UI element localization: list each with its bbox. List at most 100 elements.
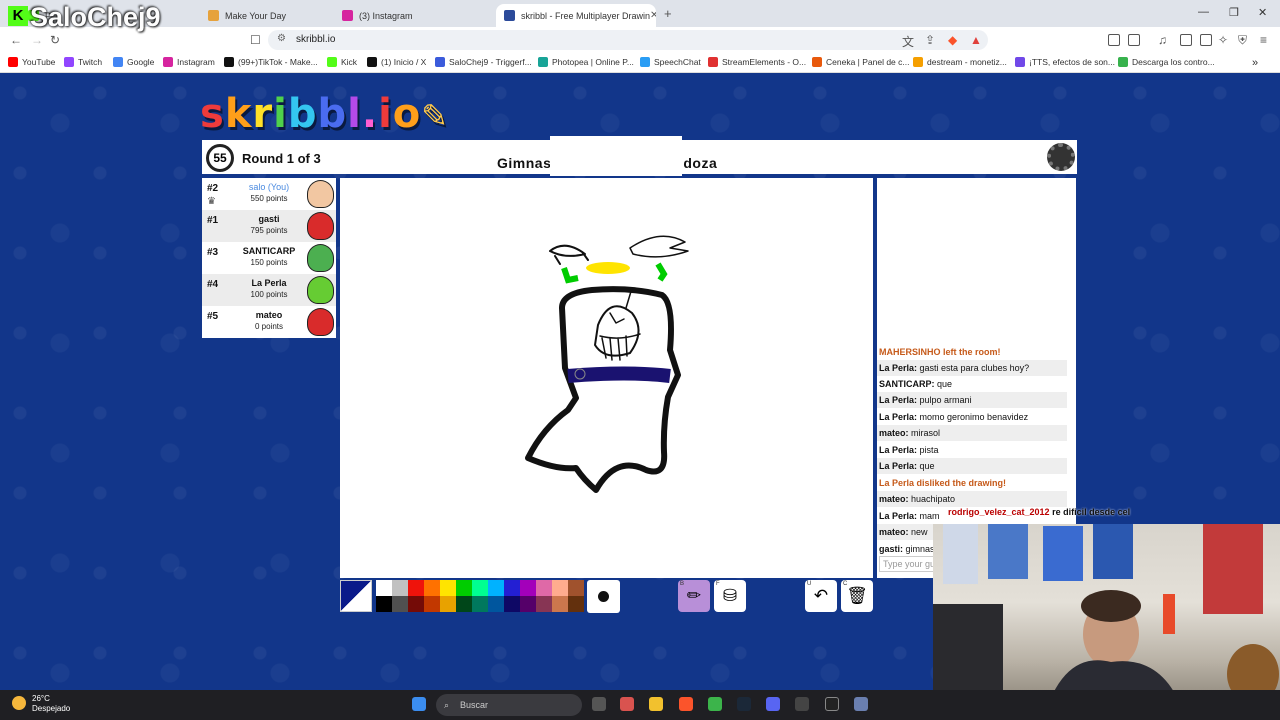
bookmark-tiktok[interactable]: (99+)TikTok - Make... [224, 57, 318, 67]
color-swatch[interactable] [488, 596, 504, 612]
fill-tool-button[interactable]: F ⛁ [714, 580, 746, 612]
task-view-icon[interactable] [592, 697, 606, 711]
obs-icon[interactable] [795, 697, 809, 711]
extensions-icon[interactable] [1108, 34, 1120, 46]
extension-icon[interactable] [1128, 34, 1140, 46]
bookmark-destream[interactable]: destream - monetiz... [913, 57, 1007, 67]
app-icon[interactable] [708, 697, 722, 711]
bookmark-speechchat[interactable]: SpeechChat [640, 57, 701, 67]
player-row[interactable]: #2 ♛ salo (You) 550 points [202, 178, 336, 210]
brave-rewards-icon[interactable]: ▲ [970, 33, 982, 47]
player-row[interactable]: #1 gasti 795 points [202, 210, 336, 242]
clear-button[interactable]: C 🗑 [841, 580, 873, 612]
site-info-icon[interactable]: ⚙ [277, 33, 286, 44]
discord-icon[interactable] [766, 697, 780, 711]
color-swatch[interactable] [568, 596, 584, 612]
translate-icon[interactable]: 文 [902, 33, 914, 50]
url-input[interactable]: ⚙ skribbl.io [268, 30, 988, 50]
bookmark-descarga[interactable]: Descarga los contro... [1118, 57, 1215, 67]
player-row[interactable]: #4 La Perla 100 points [202, 274, 336, 306]
menu-icon[interactable]: ≡ [1260, 33, 1267, 47]
back-icon[interactable]: ← [10, 33, 22, 47]
drawing-svg [525, 235, 689, 493]
close-tab-icon[interactable]: ✕ [650, 10, 656, 21]
color-swatch[interactable] [376, 580, 392, 596]
bookmark-streamelements[interactable]: StreamElements - O... [708, 57, 806, 67]
leo-ai-icon[interactable]: ✧ [1218, 33, 1228, 47]
brush-tool-button[interactable]: B ✏ [678, 580, 710, 612]
color-swatch[interactable] [376, 596, 392, 612]
color-swatch[interactable] [568, 580, 584, 596]
vpn-icon[interactable]: ⛨ [1238, 33, 1247, 48]
color-swatch[interactable] [424, 596, 440, 612]
bookmark-kick[interactable]: Kick [327, 57, 357, 67]
bookmark-triggerfyre[interactable]: SaloChej9 - Triggerf... [435, 57, 532, 67]
settings-gear-icon[interactable] [1047, 143, 1075, 171]
color-swatch[interactable] [504, 596, 520, 612]
player-avatar [307, 180, 334, 208]
settings-icon[interactable] [854, 697, 868, 711]
chat-text: momo geronimo benavidez [917, 412, 1029, 422]
wallet-icon[interactable] [1200, 34, 1212, 46]
bookmark-x[interactable]: (1) Inicio / X [367, 57, 426, 67]
color-swatch[interactable] [440, 580, 456, 596]
browser-tab-instagram[interactable]: (3) Instagram [334, 4, 494, 27]
color-swatch[interactable] [552, 580, 568, 596]
brush-size-button[interactable] [587, 580, 620, 613]
bookmark-google[interactable]: Google [113, 57, 154, 67]
bookmark-youtube[interactable]: YouTube [8, 57, 55, 67]
steam-icon[interactable] [737, 697, 751, 711]
brave-browser-icon[interactable] [679, 697, 693, 711]
color-swatch[interactable] [440, 596, 456, 612]
bookmark-tts[interactable]: ¡TTS, efectos de son... [1015, 57, 1115, 67]
bookmark-label: Descarga los contro... [1132, 57, 1215, 67]
forward-icon[interactable]: → [31, 33, 43, 47]
color-swatch[interactable] [456, 580, 472, 596]
color-swatch[interactable] [520, 580, 536, 596]
browser-tab-2[interactable]: Make Your Day [200, 4, 325, 27]
undo-button[interactable]: U ↶ [805, 580, 837, 612]
bookmark-instagram[interactable]: Instagram [163, 57, 215, 67]
start-windows-icon[interactable] [412, 697, 426, 711]
camera-app-icon[interactable] [825, 697, 839, 711]
color-swatch[interactable] [520, 596, 536, 612]
color-swatch[interactable] [552, 596, 568, 612]
media-icon[interactable]: ♫ [1158, 33, 1167, 47]
color-swatch[interactable] [472, 580, 488, 596]
color-swatch[interactable] [408, 580, 424, 596]
bookmark-twitch[interactable]: Twitch [64, 57, 102, 67]
new-tab-button[interactable]: + [664, 6, 672, 21]
bookmark-ceneka[interactable]: Ceneka | Panel de c... [812, 57, 909, 67]
browser-tab-skribbl[interactable]: skribbl - Free Multiplayer Drawin ✕ [496, 4, 656, 27]
drawing-canvas[interactable] [340, 178, 873, 578]
bookmarks-overflow-icon[interactable]: » [1252, 57, 1258, 69]
color-swatch[interactable] [408, 596, 424, 612]
player-row[interactable]: #5 mateo 0 points [202, 306, 336, 338]
color-swatch[interactable] [392, 596, 408, 612]
reload-icon[interactable]: ↻ [50, 33, 60, 47]
close-window-icon[interactable]: ✕ [1258, 6, 1267, 19]
color-swatch[interactable] [504, 580, 520, 596]
weather-widget[interactable]: 26°C Despejado [12, 694, 70, 714]
store-icon[interactable] [620, 697, 634, 711]
bookmark-photopea[interactable]: Photopea | Online P... [538, 57, 634, 67]
color-swatch[interactable] [392, 580, 408, 596]
maximize-icon[interactable]: ❐ [1229, 6, 1239, 19]
player-row[interactable]: #3 SANTICARP 150 points [202, 242, 336, 274]
share-icon[interactable]: ⇪ [925, 33, 935, 47]
color-swatch[interactable] [472, 596, 488, 612]
minimize-icon[interactable]: — [1198, 6, 1209, 18]
sidebar-icon[interactable] [1180, 34, 1192, 46]
color-swatch[interactable] [536, 596, 552, 612]
color-swatch[interactable] [456, 596, 472, 612]
file-explorer-icon[interactable] [649, 697, 663, 711]
chat-message: La Perla: pista [877, 442, 1067, 458]
taskbar-search[interactable]: ⌕ Buscar [436, 694, 582, 716]
color-swatch[interactable] [424, 580, 440, 596]
color-swatch[interactable] [488, 580, 504, 596]
color-swatch[interactable] [536, 580, 552, 596]
brave-shield-icon[interactable]: ◆ [948, 33, 957, 47]
bookmark-icon[interactable]: ☐ [250, 33, 261, 47]
current-color-preview[interactable] [340, 580, 372, 612]
chat-user: SANTICARP: [879, 379, 935, 389]
